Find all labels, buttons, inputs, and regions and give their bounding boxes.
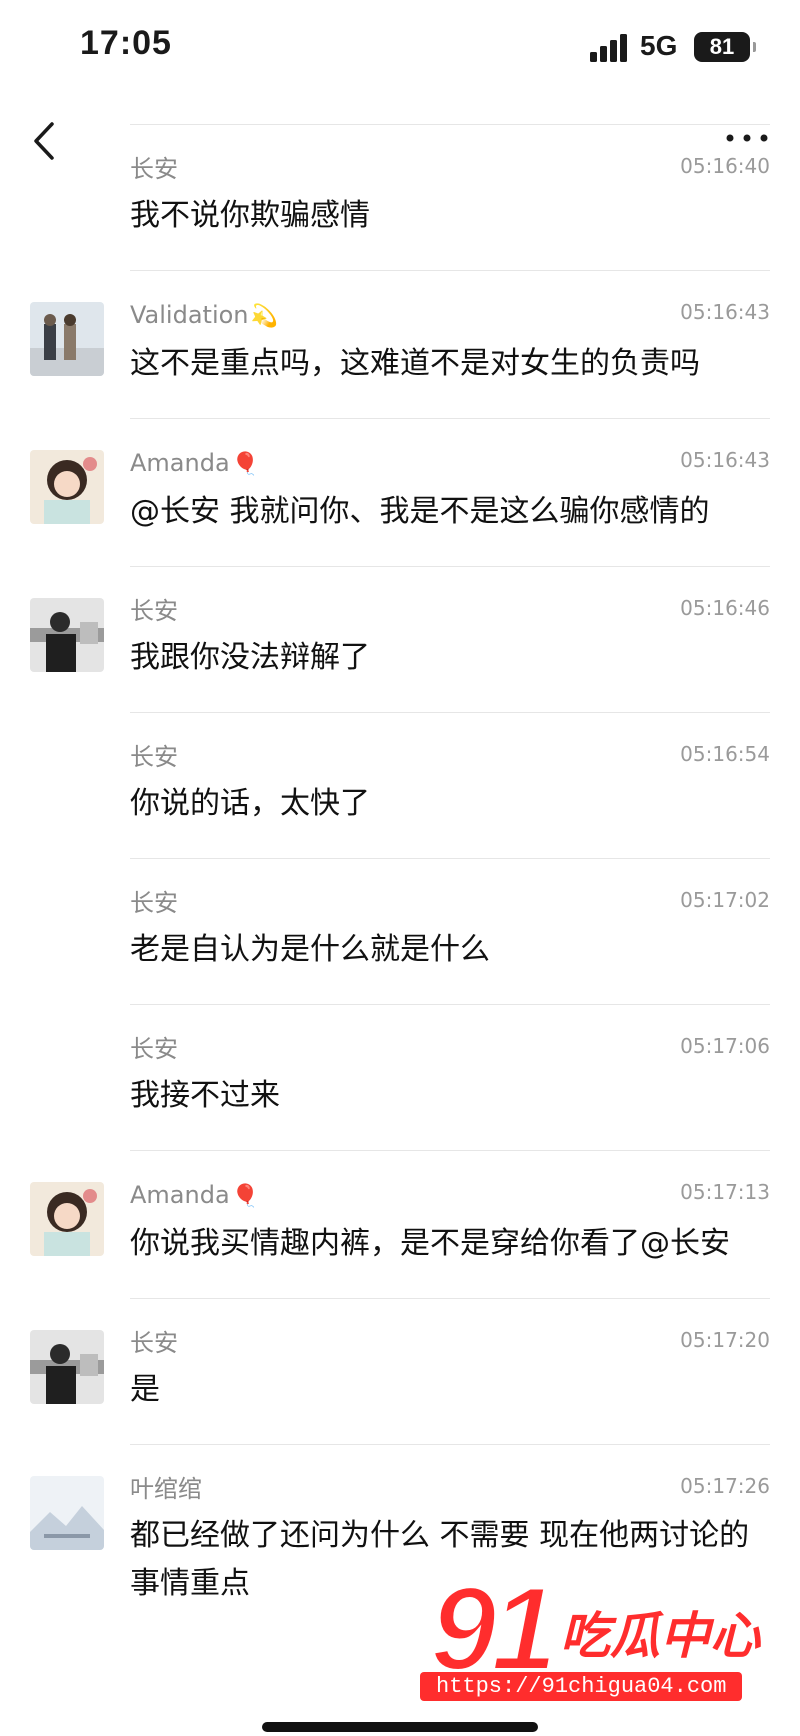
sender-name[interactable]: 长安 <box>130 1032 770 1066</box>
message-text: @长安 我就问你、我是不是这么骗你感情的 <box>130 494 710 529</box>
sender-label: 长安 <box>130 1329 178 1357</box>
message-text: 这不是重点吗，这难道不是对女生的负责吗 <box>130 346 700 381</box>
sender-label: 叶绾绾 <box>130 1475 202 1503</box>
message-divider <box>130 1004 770 1005</box>
sender-name[interactable]: Amanda🎈 <box>130 446 770 482</box>
message-text: 我跟你没法辩解了 <box>130 640 370 675</box>
sender-emoji: 🎈 <box>231 1184 260 1209</box>
avatar[interactable] <box>30 1476 104 1550</box>
sender-name[interactable]: Validation💫 <box>130 298 770 334</box>
message-divider <box>130 858 770 859</box>
sender-emoji: 🎈 <box>231 452 260 477</box>
message-divider <box>130 1444 770 1445</box>
message-time: 05:17:02 <box>680 888 770 912</box>
message-row[interactable]: 长安 05:16:54 你说的话，太快了 <box>0 712 800 858</box>
message-list: 长安 05:16:40 我不说你欺骗感情 Validation💫 05:16:43 这不是… <box>0 124 800 1638</box>
message-row[interactable]: Amanda🎈 05:17:13 你说我买情趣内裤，是不是穿给你看了@长安 <box>0 1150 800 1298</box>
message-divider <box>130 712 770 713</box>
sender-label: 长安 <box>130 155 178 183</box>
sender-name[interactable]: 长安 <box>130 740 770 774</box>
message-row[interactable]: Validation💫 05:16:43 这不是重点吗，这难道不是对女生的负责吗 <box>0 270 800 418</box>
sender-label: 长安 <box>130 1035 178 1063</box>
message-time: 05:16:43 <box>680 448 770 472</box>
signal-bars-icon <box>590 34 627 62</box>
message-row[interactable]: 叶绾绾 05:17:26 都已经做了还问为什么 不需要 现在他两讨论的事情重点 <box>0 1444 800 1638</box>
sender-name[interactable]: 叶绾绾 <box>130 1472 770 1506</box>
message-time: 05:17:13 <box>680 1180 770 1204</box>
message-row[interactable]: 长安 05:17:02 老是自认为是什么就是什么 <box>0 858 800 1004</box>
message-text: 是 <box>130 1372 160 1407</box>
sender-label: 长安 <box>130 597 178 625</box>
message-row[interactable]: 长安 05:17:06 我接不过来 <box>0 1004 800 1150</box>
avatar[interactable] <box>30 1182 104 1256</box>
message-text: 你说我买情趣内裤，是不是穿给你看了@长安 <box>130 1226 730 1261</box>
avatar[interactable] <box>30 302 104 376</box>
home-indicator <box>262 1722 538 1732</box>
message-time: 05:16:40 <box>680 154 770 178</box>
message-time: 05:16:43 <box>680 300 770 324</box>
network-label: 5G <box>640 30 678 61</box>
watermark-url: https://91chigua04.com <box>420 1672 743 1701</box>
status-time: 17:05 <box>80 24 172 62</box>
message-divider <box>130 418 770 419</box>
message-time: 05:17:20 <box>680 1328 770 1352</box>
sender-name[interactable]: 长安 <box>130 594 770 628</box>
message-text: 我接不过来 <box>130 1078 280 1113</box>
sender-label: 长安 <box>130 889 178 917</box>
message-time: 05:17:26 <box>680 1474 770 1498</box>
message-divider <box>130 1150 770 1151</box>
avatar[interactable] <box>30 1330 104 1404</box>
sender-emoji: 💫 <box>250 304 278 329</box>
sender-name[interactable]: 长安 <box>130 152 770 186</box>
sender-name[interactable]: 长安 <box>130 1326 770 1360</box>
message-text: 你说的话，太快了 <box>130 786 370 821</box>
sender-label: 长安 <box>130 743 178 771</box>
message-text: 都已经做了还问为什么 不需要 现在他两讨论的事情重点 <box>130 1518 750 1601</box>
avatar[interactable] <box>30 598 104 672</box>
sender-label: Amanda <box>130 1181 230 1209</box>
message-row[interactable]: 长安 05:17:20 是 <box>0 1298 800 1444</box>
message-row[interactable]: 长安 05:16:46 我跟你没法辩解了 <box>0 566 800 712</box>
message-text: 我不说你欺骗感情 <box>130 198 370 233</box>
message-time: 05:17:06 <box>680 1034 770 1058</box>
message-divider <box>130 270 770 271</box>
status-bar: 17:05 5G 81 <box>0 0 800 100</box>
message-divider <box>130 566 770 567</box>
message-time: 05:16:54 <box>680 742 770 766</box>
sender-label: Validation <box>130 301 249 329</box>
message-divider <box>130 1298 770 1299</box>
sender-name[interactable]: Amanda🎈 <box>130 1178 770 1214</box>
avatar[interactable] <box>30 450 104 524</box>
message-text: 老是自认为是什么就是什么 <box>130 932 490 967</box>
sender-name[interactable]: 长安 <box>130 886 770 920</box>
battery-icon: 81 <box>694 32 756 62</box>
message-time: 05:16:46 <box>680 596 770 620</box>
message-divider <box>130 124 770 125</box>
message-row[interactable]: Amanda🎈 05:16:43 @长安 我就问你、我是不是这么骗你感情的 <box>0 418 800 566</box>
sender-label: Amanda <box>130 449 230 477</box>
message-row[interactable]: 长安 05:16:40 我不说你欺骗感情 <box>0 124 800 270</box>
